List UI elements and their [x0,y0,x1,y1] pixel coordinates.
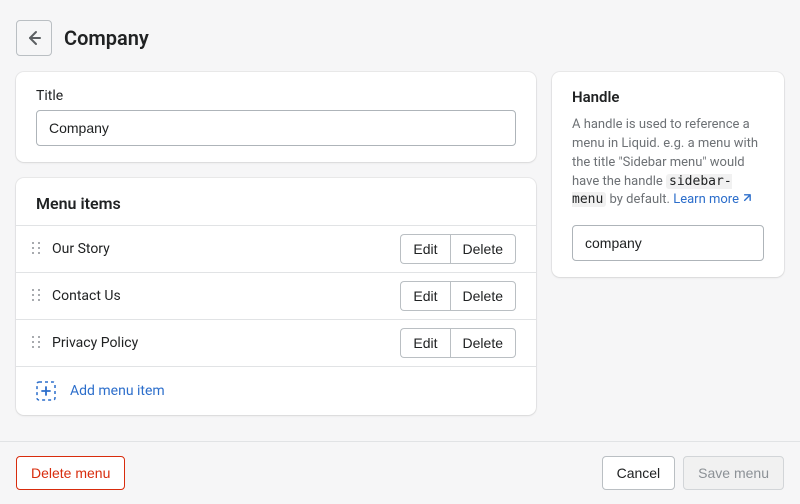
add-menu-item-button[interactable]: Add menu item [16,366,536,415]
handle-description: A handle is used to reference a menu in … [572,116,764,211]
delete-button[interactable]: Delete [450,234,516,264]
delete-button[interactable]: Delete [450,281,516,311]
external-link-icon [741,192,752,211]
menu-items-card: Menu items Our Story Edit Delete Contact… [16,178,536,415]
menu-item-row: Our Story Edit Delete [16,225,536,272]
page-title: Company [64,26,149,50]
cancel-button[interactable]: Cancel [602,456,676,490]
title-input[interactable] [36,110,516,146]
add-icon [36,381,56,401]
edit-button[interactable]: Edit [400,328,449,358]
edit-button[interactable]: Edit [400,234,449,264]
add-menu-item-label: Add menu item [70,383,165,399]
drag-handle-icon[interactable] [30,240,42,259]
delete-menu-button[interactable]: Delete menu [16,456,125,490]
back-button[interactable] [16,20,52,56]
page-header: Company [16,16,784,72]
menu-item-row: Contact Us Edit Delete [16,272,536,319]
handle-heading: Handle [572,88,764,106]
arrow-left-icon [24,28,44,48]
page-footer: Delete menu Cancel Save menu [0,441,800,504]
drag-handle-icon[interactable] [30,334,42,353]
menu-item-label: Privacy Policy [52,335,390,351]
menu-items-heading: Menu items [16,178,536,225]
page: Company Title Menu items Our Story Edit [0,0,800,504]
title-card: Title [16,72,536,162]
save-menu-button: Save menu [683,456,784,490]
menu-item-label: Our Story [52,241,390,257]
handle-input[interactable] [572,225,764,261]
menu-item-label: Contact Us [52,288,390,304]
delete-button[interactable]: Delete [450,328,516,358]
handle-card: Handle A handle is used to reference a m… [552,72,784,277]
edit-button[interactable]: Edit [400,281,449,311]
title-field-label: Title [36,88,516,104]
learn-more-link[interactable]: Learn more [673,192,752,207]
drag-handle-icon[interactable] [30,287,42,306]
menu-item-row: Privacy Policy Edit Delete [16,319,536,366]
